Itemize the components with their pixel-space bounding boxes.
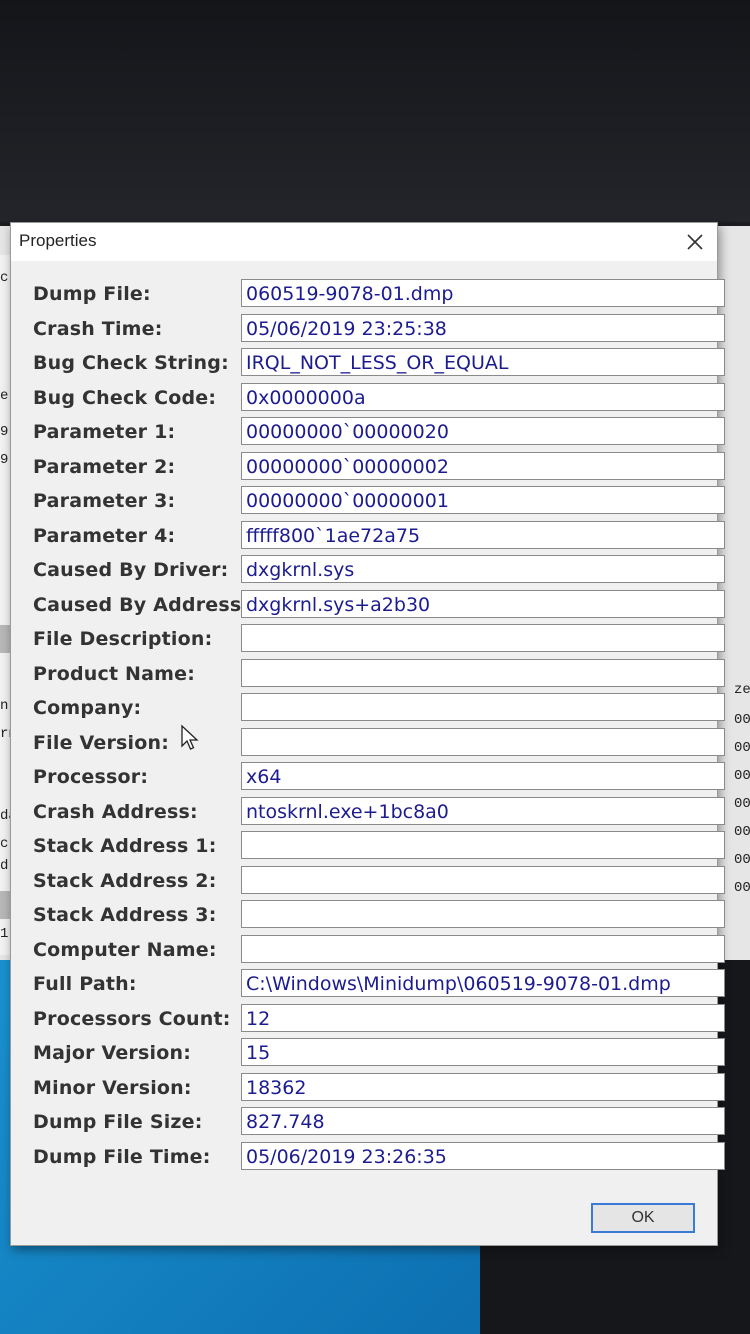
property-value-field[interactable]: 18362 [241,1072,725,1101]
property-value-field[interactable]: ntoskrnl.exe+1bc8a0 [241,796,725,825]
property-value-field[interactable]: 827.748 [241,1107,725,1135]
close-icon [687,234,703,250]
property-row: Caused By Address: dxgkrnl.sys+a2b30 [11,589,725,620]
property-value-field[interactable] [241,831,725,859]
property-value-field[interactable]: 12 [241,1003,725,1032]
property-label: Dump File Time: [33,1145,211,1168]
property-value-field[interactable]: 060519-9078-01.dmp [241,279,725,307]
property-row: Parameter 2: 00000000`00000002 [11,451,725,482]
property-value-field[interactable]: dxgkrnl.sys [241,555,725,583]
close-button[interactable] [673,223,717,261]
property-label: Parameter 2: [33,455,176,478]
property-label: Crash Time: [33,317,163,340]
property-row: Major Version: 15 [11,1038,725,1068]
property-value-field[interactable]: x64 [241,762,725,790]
property-label: Stack Address 1: [33,835,217,857]
property-label: File Version: [33,731,170,754]
property-row: Dump File: 060519-9078-01.dmp [11,279,725,309]
property-label: Processor: [33,766,149,788]
property-label: Crash Address: [33,800,198,823]
property-value-field[interactable]: 05/06/2019 23:25:38 [241,313,725,342]
monitor-bezel [0,0,750,222]
property-label: Caused By Driver: [33,559,229,581]
property-label: Bug Check String: [33,352,229,374]
property-row: Stack Address 3: [11,900,725,930]
property-value-field[interactable] [241,693,725,721]
property-label: Bug Check Code: [33,386,217,409]
property-value-field[interactable]: 00000000`00000001 [241,486,725,514]
mouse-pointer-icon [181,724,199,750]
property-label: Computer Name: [33,938,217,961]
property-row: Crash Time: 05/06/2019 23:25:38 [11,313,725,344]
background-text-fragment: 00 [734,852,750,868]
background-text-fragment: 00 [734,796,750,812]
property-label: Product Name: [33,662,196,685]
property-label: Stack Address 3: [33,904,217,926]
property-label: Parameter 4: [33,524,176,547]
property-row: Dump File Size: 827.748 [11,1107,725,1137]
property-row: Full Path: C:\Windows\Minidump\060519-907… [11,969,725,999]
property-row: Parameter 1: 00000000`00000020 [11,417,725,447]
property-label: Dump File Size: [33,1111,203,1133]
dialog-title: Properties [19,231,97,250]
property-row: Product Name: [11,658,725,689]
property-value-field[interactable] [241,624,725,652]
property-value-field[interactable] [241,865,725,894]
property-value-field[interactable]: 05/06/2019 23:26:35 [241,1141,725,1170]
property-row: Dump File Time: 05/06/2019 23:26:35 [11,1141,725,1172]
property-label: Processors Count: [33,1007,231,1030]
background-text-fragment: 00 [734,824,750,840]
property-row: Crash Address: ntoskrnl.exe+1bc8a0 [11,796,725,827]
property-label: Company: [33,697,142,719]
property-value-field[interactable]: IRQL_NOT_LESS_OR_EQUAL [241,348,725,376]
property-value-field[interactable]: 15 [241,1038,725,1066]
property-row: Bug Check Code: 0x0000000a [11,382,725,413]
background-text-fragment: 1 [0,926,9,942]
property-label: File Description: [33,628,213,650]
title-bar[interactable]: Properties [11,223,717,261]
property-row: Minor Version: 18362 [11,1072,725,1103]
property-label: Stack Address 2: [33,869,217,892]
property-row: Stack Address 1: [11,831,725,861]
property-value-field[interactable] [241,727,725,756]
property-value-field[interactable] [241,658,725,687]
property-row: File Description: [11,624,725,654]
property-row: Parameter 4: fffff800`1ae72a75 [11,520,725,551]
property-row: Processors Count: 12 [11,1003,725,1034]
property-value-field[interactable]: 00000000`00000002 [241,451,725,480]
property-label: Parameter 1: [33,421,176,443]
background-text-fragment: 00 [734,712,750,728]
property-value-field[interactable]: fffff800`1ae72a75 [241,520,725,549]
property-value-field[interactable]: 00000000`00000020 [241,417,725,445]
property-row: Stack Address 2: [11,865,725,896]
property-label: Caused By Address: [33,593,250,616]
property-row: Computer Name: [11,934,725,965]
background-text-fragment: 00 [734,740,750,756]
property-row: Company: [11,693,725,723]
property-row: Processor: x64 [11,762,725,792]
property-value-field[interactable]: C:\Windows\Minidump\060519-9078-01.dmp [241,969,725,997]
property-value-field[interactable]: 0x0000000a [241,382,725,411]
property-row: Bug Check String: IRQL_NOT_LESS_OR_EQUAL [11,348,725,378]
property-label: Parameter 3: [33,490,176,512]
property-value-field[interactable] [241,934,725,963]
property-row: Parameter 3: 00000000`00000001 [11,486,725,516]
properties-dialog: Properties Dump File: 060519-9078-01.dmp C… [10,222,725,1246]
background-text-fragment: 00 [734,768,750,784]
property-row: File Version: [11,727,725,758]
property-label: Full Path: [33,973,137,995]
property-label: Minor Version: [33,1076,192,1099]
property-value-field[interactable]: dxgkrnl.sys+a2b30 [241,589,725,618]
property-row: Caused By Driver: dxgkrnl.sys [11,555,725,585]
background-text-fragment: e [0,388,9,404]
property-value-field[interactable] [241,900,725,928]
background-text-fragment: ze [734,682,750,698]
property-label: Major Version: [33,1042,192,1064]
background-text-fragment: 00 [734,880,750,896]
property-label: Dump File: [33,283,151,305]
ok-button[interactable]: OK [591,1203,695,1233]
